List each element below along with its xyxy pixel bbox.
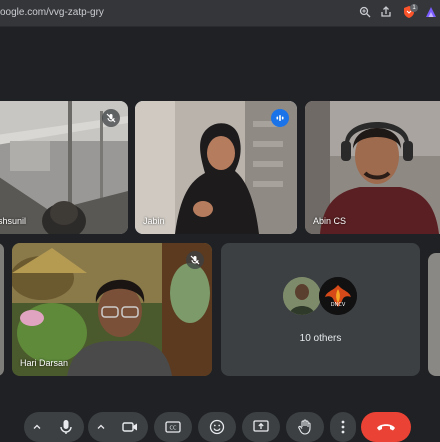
participant-name: Jabin (143, 216, 165, 226)
captions-icon: CC (165, 421, 181, 433)
participant-tile-shsunil[interactable]: shsunil (0, 101, 128, 234)
participant-name: Hari Darsan (20, 358, 69, 368)
others-tile[interactable]: DNCV 10 others (221, 243, 420, 376)
avatar (283, 277, 321, 315)
others-count-label: 10 others (299, 333, 342, 344)
participant-tile-jabin[interactable]: Jabin (135, 101, 297, 234)
present-screen-button[interactable] (242, 412, 280, 442)
extension-icon[interactable] (424, 5, 438, 19)
hang-up-icon (377, 424, 395, 431)
url-text[interactable]: oogle.com/vvg-zatp-gry (0, 7, 104, 18)
participant-tile-abin-cs[interactable]: Abin CS (305, 101, 440, 234)
svg-text:CC: CC (170, 426, 177, 432)
raise-hand-icon (298, 419, 311, 435)
emoji-icon (209, 419, 225, 435)
participant-tile-partial-right[interactable] (428, 253, 440, 376)
browser-address-bar: oogle.com/vvg-zatp-gry 1 (0, 0, 440, 27)
share-icon[interactable] (379, 5, 393, 19)
participant-name: Abin CS (313, 216, 347, 226)
speaking-indicator-icon (271, 109, 289, 127)
avatar: DNCV (319, 277, 357, 315)
more-options-caret-button[interactable] (24, 412, 50, 442)
microphone-icon (60, 420, 72, 434)
zoom-icon[interactable] (358, 5, 372, 19)
muted-mic-icon (102, 109, 120, 127)
participant-name: shsunil (0, 216, 27, 226)
emoji-reactions-button[interactable] (198, 412, 236, 442)
chevron-up-icon (33, 424, 41, 429)
chevron-up-icon (97, 424, 105, 429)
muted-mic-icon (186, 251, 204, 269)
video-feed-abin-cs (305, 101, 440, 234)
captions-button[interactable]: CC (154, 412, 192, 442)
more-vert-icon (341, 420, 345, 434)
more-options-caret-button[interactable] (88, 412, 114, 442)
participant-tile-hari-darsan[interactable]: Hari Darsan (12, 243, 212, 376)
microphone-button[interactable] (48, 412, 84, 442)
video-feed-hari-darsan (12, 243, 212, 376)
raise-hand-button[interactable] (286, 412, 324, 442)
phoenix-logo-icon (319, 277, 357, 315)
avatar-text: DNCV (330, 302, 346, 308)
leave-call-button[interactable] (361, 412, 411, 442)
present-screen-icon (253, 420, 269, 432)
camera-icon (122, 422, 137, 432)
camera-button[interactable] (112, 412, 148, 442)
extension-badge: 1 (410, 4, 418, 12)
more-options-button[interactable] (330, 412, 356, 442)
participant-tile-partial-left[interactable] (0, 243, 4, 376)
